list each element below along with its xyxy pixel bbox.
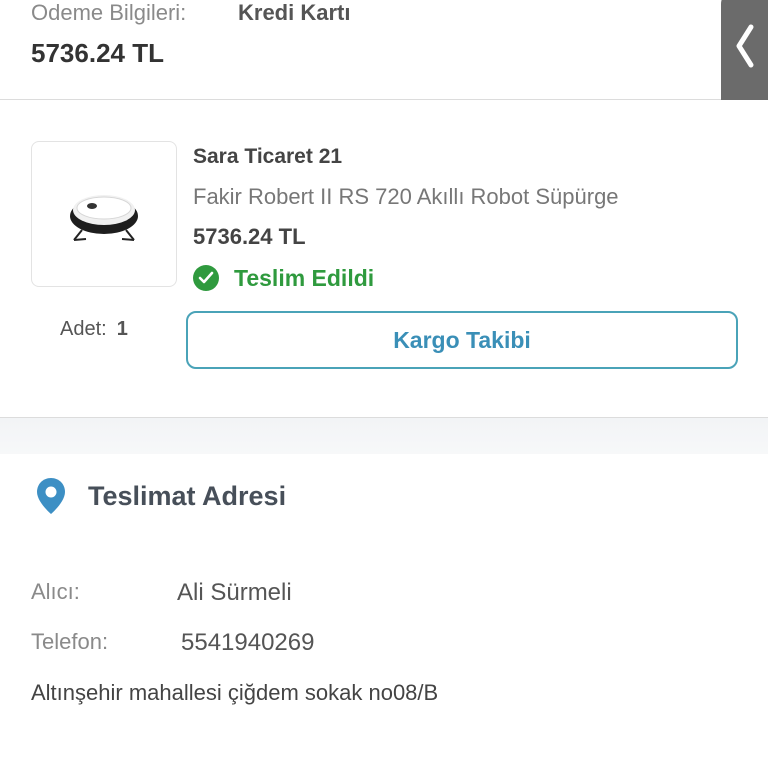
delivery-status-text: Teslim Edildi: [234, 264, 375, 291]
order-item-card: Sara Ticaret 21 Fakir Robert II RS 720 A…: [0, 100, 768, 418]
quantity: Adet: 1: [60, 318, 128, 341]
cargo-tracking-button[interactable]: Kargo Takibi: [186, 311, 738, 369]
quantity-value: 1: [116, 318, 128, 340]
seller-name[interactable]: Sara Ticaret 21: [193, 145, 342, 169]
delivery-status: Teslim Edildi: [193, 263, 374, 293]
product-image[interactable]: [31, 141, 177, 287]
chevron-left-icon: [736, 24, 754, 68]
check-circle-icon: [193, 265, 219, 291]
section-divider: [0, 418, 768, 454]
robot-vacuum-image: [70, 195, 138, 241]
phone-label: Telefon:: [31, 629, 109, 654]
payment-info-section: Odeme Bilgileri: Kredi Kartı 5736.24 TL: [0, 0, 768, 100]
delivery-address-header: Teslimat Adresi: [36, 476, 286, 516]
product-price: 5736.24 TL: [193, 224, 306, 249]
address-line: Altınşehir mahallesi çiğdem sokak no08/B: [31, 680, 439, 705]
payment-total: 5736.24 TL: [31, 38, 164, 68]
payment-info-label: Odeme Bilgileri:: [31, 0, 187, 25]
payment-method: Kredi Kartı: [238, 0, 351, 25]
quantity-label: Adet:: [60, 318, 107, 340]
delivery-address-section: Teslimat Adresi Alıcı: Ali Sürmeli Telef…: [0, 454, 768, 768]
phone-value: 5541940269: [181, 629, 315, 656]
recipient-label: Alıcı:: [31, 579, 80, 604]
delivery-address-title: Teslimat Adresi: [88, 480, 287, 511]
product-name[interactable]: Fakir Robert II RS 720 Akıllı Robot Süpü…: [193, 184, 619, 210]
recipient-value: Ali Sürmeli: [177, 579, 292, 606]
location-pin-icon: [37, 478, 65, 514]
